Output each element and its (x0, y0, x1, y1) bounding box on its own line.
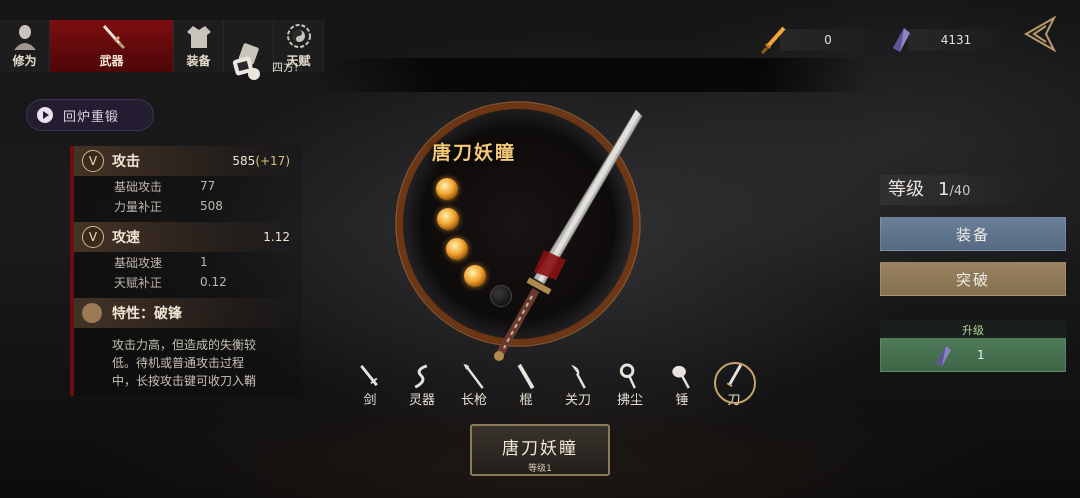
stat-row: 基础攻速 1 (114, 255, 208, 270)
stats-panel[interactable]: V 攻击 585(+17) 基础攻击 77 力量补正 508 V 攻速 1.12 基… (70, 146, 302, 396)
stat-attack-header[interactable]: V 攻击 585(+17) (74, 146, 302, 176)
guandao-icon (571, 364, 586, 389)
weapon-level: 等级 1 /40 (880, 175, 1030, 205)
hammer-icon (672, 365, 690, 389)
weapon-type-spear[interactable]: 长枪 (454, 362, 494, 408)
upgrade-button[interactable]: 1 (880, 338, 1066, 372)
weapon-type-label: 灵器 (408, 393, 435, 408)
plate-weapon-name: 唐刀妖瞳 (502, 439, 578, 459)
stat-value: 585(+17) (232, 154, 290, 168)
trait-name: 特性：破锋 (112, 306, 182, 322)
star-orb-filled (436, 178, 458, 200)
weapon-type-label: 长枪 (460, 393, 487, 408)
level-label: 等级 (888, 179, 924, 200)
hint-text: 四方! (272, 61, 299, 74)
stat-name: 攻速 (112, 230, 140, 246)
currency-value: 4131 (908, 29, 1004, 51)
weapon-type-bar: 剑 灵器 长枪 棍 关刀 拂尘 锤 刀 (350, 362, 756, 408)
upgrade-cost: 1 (977, 348, 985, 362)
weapon-type-staff[interactable]: 棍 (506, 362, 546, 408)
purple-crystal-icon (936, 346, 951, 366)
spear-icon (463, 363, 484, 389)
weapon-type-label: 关刀 (564, 393, 591, 408)
reforge-label: 回炉重锻 (63, 109, 120, 125)
breakthrough-button[interactable]: 突破 (880, 262, 1066, 296)
weapon-type-spirit[interactable]: 灵器 (402, 362, 442, 408)
tab-weapon[interactable]: 武器 (50, 20, 174, 72)
spirit-artifact-icon (414, 364, 428, 389)
purple-crystal-icon (893, 28, 910, 52)
upgrade-panel: 升级 1 (880, 320, 1066, 374)
play-icon (37, 107, 53, 123)
weapon-type-label: 拂尘 (616, 393, 643, 408)
stat-name: 攻击 (112, 154, 140, 170)
plate-level: 等级1 (528, 464, 552, 474)
pointing-hand-icon (232, 56, 260, 80)
level-max: /40 (949, 184, 971, 199)
orange-blade-icon (760, 26, 786, 55)
tab-label: 武器 (99, 54, 124, 68)
expand-chevron-icon: V (82, 226, 104, 248)
upgrade-title: 升级 (880, 320, 1066, 338)
stat-row: 基础攻击 77 (114, 179, 216, 194)
stat-bonus: (+17) (255, 154, 290, 168)
tab-label: 装备 (186, 54, 211, 68)
trait-description: 攻击力高，但造成的失衡较低。待机或普通攻击过程中，长按攻击键可收刀入鞘 (112, 338, 257, 388)
stat-row: 力量补正 508 (114, 199, 223, 214)
hint-toast: 四方! (232, 52, 298, 82)
stat-row: 天赋补正 0.12 (114, 275, 227, 290)
weapon-type-label: 锤 (675, 393, 689, 408)
tab-cultivation[interactable]: 修为 (0, 20, 50, 72)
star-orb-filled (446, 238, 468, 260)
whisk-icon (619, 363, 636, 389)
selected-ring (714, 362, 756, 404)
cultivator-portrait-icon (13, 25, 36, 50)
star-orb-filled (437, 208, 459, 230)
tab-label: 修为 (12, 54, 37, 68)
jian-sword-icon (360, 364, 378, 387)
reforge-button[interactable]: 回炉重锻 (26, 99, 154, 131)
weapon-type-guandao[interactable]: 关刀 (558, 362, 598, 408)
tab-equipment[interactable]: 装备 (174, 20, 224, 72)
expand-chevron-icon: V (82, 150, 104, 172)
stat-speed-header[interactable]: V 攻速 1.12 (74, 222, 302, 252)
currency-value: 0 (780, 29, 876, 51)
trait-header: 特性：破锋 (74, 298, 302, 328)
bagua-icon (286, 24, 311, 48)
weapon-type-label: 剑 (363, 393, 377, 408)
weapon-type-label: 棍 (519, 393, 533, 408)
currency-crystal: 4131 (886, 28, 1004, 52)
trait-bullet-icon (82, 303, 102, 323)
stat-value: 1.12 (263, 230, 290, 244)
weapon-name-plate[interactable]: 唐刀妖瞳 等级1 (470, 424, 610, 476)
currency-spirit-blade: 0 (758, 26, 876, 55)
back-arrow-icon[interactable] (1020, 14, 1060, 54)
tang-dao-sword-icon (494, 109, 643, 361)
weapon-type-jian[interactable]: 剑 (350, 362, 390, 408)
level-current: 1 (938, 179, 950, 200)
sword-icon (102, 25, 125, 50)
weapon-type-dao[interactable]: 刀 (714, 362, 756, 408)
staff-icon (517, 363, 535, 390)
weapon-type-hammer[interactable]: 锤 (662, 362, 702, 408)
robe-icon (186, 26, 211, 48)
equip-button[interactable]: 装备 (880, 217, 1066, 251)
weapon-type-whisk[interactable]: 拂尘 (610, 362, 650, 408)
